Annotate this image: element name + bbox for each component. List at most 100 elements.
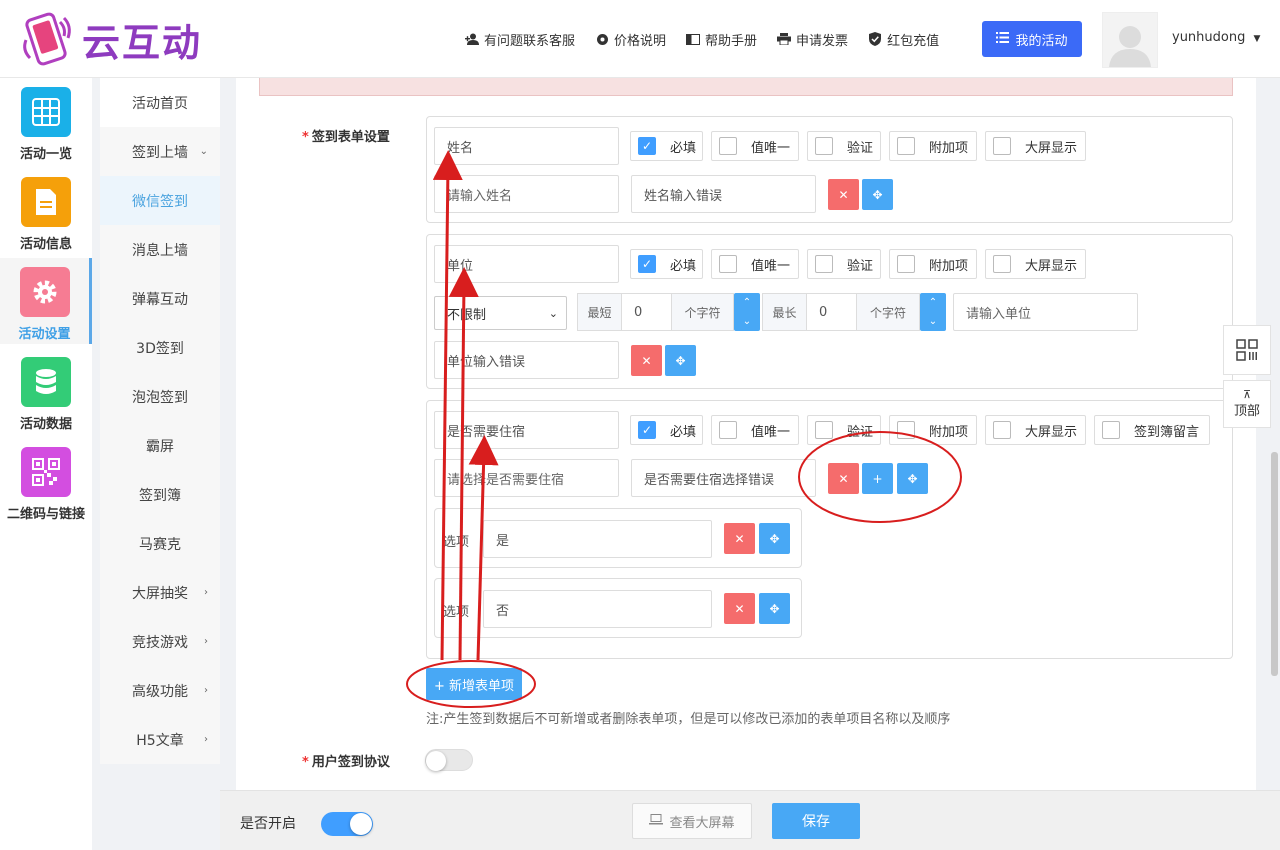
unique-checkbox[interactable]: 值唯一 <box>711 131 799 161</box>
scrollbar-thumb[interactable] <box>1271 452 1278 676</box>
gear-icon <box>595 32 609 46</box>
user-menu[interactable]: yunhudong ▼ <box>1172 30 1260 45</box>
required-checkbox[interactable]: ✓ 必填 <box>630 131 703 161</box>
chevron-right-icon: › <box>204 685 208 696</box>
extra-checkbox[interactable]: 附加项 <box>889 249 977 279</box>
big-screen-checkbox[interactable]: 大屏显示 <box>985 415 1086 445</box>
submenu-item-advanced[interactable]: 高级功能 › <box>100 666 220 715</box>
move-item-button[interactable]: ✥ <box>862 179 893 210</box>
item-error-input[interactable]: 单位输入错误 <box>434 341 619 379</box>
back-to-top-button[interactable]: ⊼ 顶部 <box>1223 380 1271 428</box>
move-item-button[interactable]: ✥ <box>897 463 928 494</box>
delete-option-button[interactable]: ✕ <box>724 523 755 554</box>
guestbook-checkbox[interactable]: 签到簿留言 <box>1094 415 1210 445</box>
item-error-input[interactable]: 姓名输入错误 <box>631 175 816 213</box>
option-label: 选项 <box>443 535 470 550</box>
min-length-label: 最短 <box>577 293 622 331</box>
nav-label: 帮助手册 <box>705 33 758 49</box>
extra-checkbox[interactable]: 附加项 <box>889 131 977 161</box>
item-name-input[interactable]: 姓名 <box>434 127 619 165</box>
submenu-item-wechat-checkin[interactable]: 微信签到 <box>100 176 220 225</box>
max-length-stepper[interactable]: ⌃ ⌄ <box>920 293 946 331</box>
submenu-item-mosaic[interactable]: 马赛克 <box>100 519 220 568</box>
option-value-input[interactable]: 否 <box>483 590 712 628</box>
qrcode-icon <box>1236 339 1258 361</box>
verify-checkbox[interactable]: 验证 <box>807 131 881 161</box>
save-button[interactable]: 保存 <box>772 803 860 839</box>
my-activity-button[interactable]: 我的活动 <box>982 21 1082 57</box>
verify-checkbox[interactable]: 验证 <box>807 415 881 445</box>
big-screen-checkbox[interactable]: 大屏显示 <box>985 249 1086 279</box>
rail-label: 活动数据 <box>19 417 72 432</box>
submenu-label: 消息上墙 <box>132 242 188 259</box>
required-checkbox[interactable]: ✓ 必填 <box>630 415 703 445</box>
big-screen-checkbox[interactable]: 大屏显示 <box>985 131 1086 161</box>
min-length-stepper[interactable]: ⌃ ⌄ <box>734 293 760 331</box>
unique-checkbox[interactable]: 值唯一 <box>711 249 799 279</box>
submenu-item-checkin-wall[interactable]: 签到上墙 ⌄ <box>100 127 220 176</box>
item-name-input[interactable]: 是否需要住宿 <box>434 411 619 449</box>
submenu-item-games[interactable]: 竞技游戏 › <box>100 617 220 666</box>
nav-redpacket-recharge[interactable]: 红包充值 <box>868 30 939 49</box>
laptop-icon <box>649 813 664 829</box>
top-nav: 有问题联系客服 价格说明 帮助手册 申请发票 红包充值 <box>465 22 959 56</box>
option-value-input[interactable]: 是 <box>483 520 712 558</box>
nav-invoice[interactable]: 申请发票 <box>777 30 848 49</box>
close-icon: ✕ <box>838 187 849 202</box>
close-icon: ✕ <box>734 601 745 616</box>
submenu-item-h5-article[interactable]: H5文章 › <box>100 715 220 764</box>
submenu-item-lottery[interactable]: 大屏抽奖 › <box>100 568 220 617</box>
item-placeholder-input[interactable]: 请选择是否需要住宿 <box>434 459 619 497</box>
plus-icon: + <box>872 471 883 486</box>
delete-option-button[interactable]: ✕ <box>724 593 755 624</box>
rail-item-activity-info[interactable]: 活动信息 <box>0 168 92 254</box>
verify-checkbox[interactable]: 验证 <box>807 249 881 279</box>
submenu-item-home[interactable]: 活动首页 <box>100 78 220 127</box>
delete-item-button[interactable]: ✕ <box>631 345 662 376</box>
form-section-label: * 签到表单设置 <box>302 130 390 145</box>
alert-banner <box>259 78 1233 96</box>
nav-contact-support[interactable]: 有问题联系客服 <box>465 30 575 49</box>
brand-logo[interactable]: 云互动 <box>18 10 202 68</box>
item-error-input[interactable]: 是否需要住宿选择错误 <box>631 459 816 497</box>
move-icon: ✥ <box>675 353 686 368</box>
add-form-item-button[interactable]: + 新增表单项 <box>426 668 522 700</box>
item-placeholder-input[interactable]: 请输入姓名 <box>434 175 619 213</box>
rail-item-activity-data[interactable]: 活动数据 <box>0 348 92 434</box>
nav-pricing[interactable]: 价格说明 <box>595 30 666 49</box>
add-option-button[interactable]: + <box>862 463 893 494</box>
rail-item-activity-settings[interactable]: 活动设置 <box>0 258 92 344</box>
submenu-item-message-wall[interactable]: 消息上墙 <box>100 225 220 274</box>
qrcode-float-button[interactable] <box>1223 325 1271 375</box>
required-checkbox[interactable]: ✓ 必填 <box>630 249 703 279</box>
move-option-button[interactable]: ✥ <box>759 593 790 624</box>
delete-item-button[interactable]: ✕ <box>828 179 859 210</box>
extra-checkbox[interactable]: 附加项 <box>889 415 977 445</box>
rail-label: 二维码与链接 <box>6 507 85 522</box>
enable-toggle[interactable] <box>321 812 373 836</box>
delete-item-button[interactable]: ✕ <box>828 463 859 494</box>
submenu-item-3d-checkin[interactable]: 3D签到 <box>100 323 220 372</box>
rail-item-qrcode-links[interactable]: 二维码与链接 <box>0 438 92 524</box>
submenu-item-guestbook[interactable]: 签到簿 <box>100 470 220 519</box>
submenu-label: 竞技游戏 <box>132 634 188 651</box>
min-length-input[interactable]: 0 <box>621 293 672 331</box>
submenu-item-screen-takeover[interactable]: 霸屏 <box>100 421 220 470</box>
view-big-screen-button[interactable]: 查看大屏幕 <box>632 803 752 839</box>
item-placeholder-input[interactable]: 请输入单位 <box>953 293 1138 331</box>
item-name-input[interactable]: 单位 <box>434 245 619 283</box>
agreement-toggle[interactable] <box>425 749 473 771</box>
submenu-item-danmaku[interactable]: 弹幕互动 <box>100 274 220 323</box>
submenu-item-bubble-checkin[interactable]: 泡泡签到 <box>100 372 220 421</box>
move-option-button[interactable]: ✥ <box>759 523 790 554</box>
unique-checkbox[interactable]: 值唯一 <box>711 415 799 445</box>
rail-item-activity-overview[interactable]: 活动一览 <box>0 78 92 164</box>
length-limit-select[interactable]: 不限制 ⌄ <box>434 296 567 330</box>
nav-label: 红包充值 <box>887 33 940 49</box>
max-length-input[interactable]: 0 <box>806 293 857 331</box>
nav-help-manual[interactable]: 帮助手册 <box>686 30 757 49</box>
move-item-button[interactable]: ✥ <box>665 345 696 376</box>
avatar[interactable] <box>1102 12 1158 68</box>
submenu-label: 微信签到 <box>132 193 188 210</box>
rail-label: 活动信息 <box>19 237 72 252</box>
